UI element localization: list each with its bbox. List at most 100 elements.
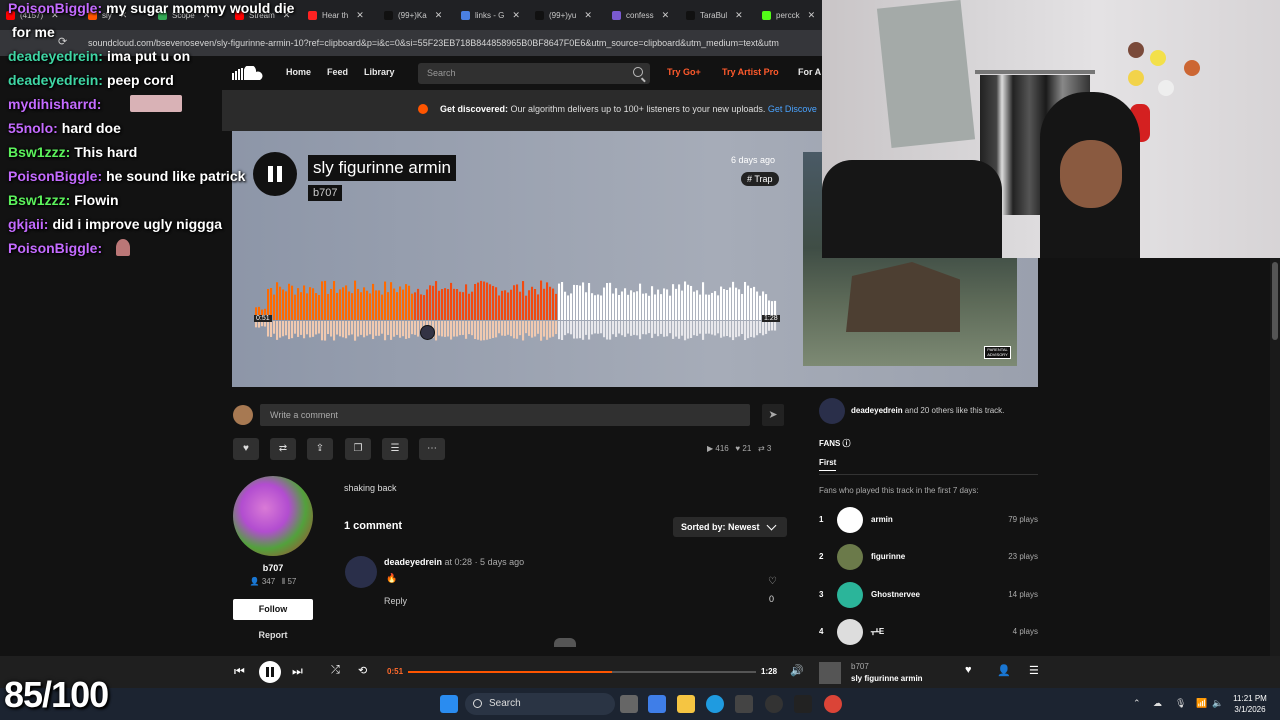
- report-button[interactable]: Report: [233, 630, 313, 640]
- task-view-icon[interactable]: [620, 695, 638, 713]
- try-go-link[interactable]: Try Go+: [667, 67, 701, 77]
- tray-chevron-icon[interactable]: ⌃: [1133, 698, 1141, 709]
- repeat-icon[interactable]: ⟲: [358, 664, 367, 677]
- like-icon[interactable]: ♥: [965, 664, 972, 676]
- liker-avatar[interactable]: [819, 398, 845, 424]
- capcut-icon[interactable]: [794, 695, 812, 713]
- nav-home[interactable]: Home: [286, 67, 311, 77]
- followers-count[interactable]: 👤 347: [250, 577, 276, 586]
- player-artwork[interactable]: [819, 662, 841, 684]
- shuffle-icon[interactable]: ⤮: [331, 664, 340, 677]
- queue-icon[interactable]: ☰: [1029, 664, 1039, 677]
- microphone-icon[interactable]: 🎙: [1175, 698, 1186, 709]
- waveform-bar: [423, 295, 426, 320]
- browser-tab[interactable]: percck ✕: [762, 4, 815, 26]
- follow-user-icon[interactable]: 👤: [997, 664, 1011, 677]
- fan-name[interactable]: ᚁᚆE: [871, 627, 884, 636]
- scrollbar-thumb[interactable]: [1272, 262, 1278, 340]
- previous-icon[interactable]: ⏮: [234, 664, 245, 679]
- comment-user[interactable]: deadeyedrein: [384, 557, 442, 567]
- tab-first[interactable]: First: [819, 458, 837, 471]
- comment-input[interactable]: Write a comment: [260, 404, 750, 426]
- liker-name[interactable]: deadeyedrein: [851, 406, 903, 415]
- banner-link[interactable]: Get Discove: [765, 104, 817, 114]
- edge-icon[interactable]: [706, 695, 724, 713]
- fan-name[interactable]: armin: [871, 515, 893, 524]
- close-tab-icon[interactable]: ✕: [435, 10, 443, 21]
- volume-icon[interactable]: 🔊: [790, 664, 804, 677]
- copilot-icon[interactable]: [648, 695, 666, 713]
- player-artist[interactable]: b707: [851, 662, 869, 671]
- player-title[interactable]: sly figurinne armin: [851, 674, 923, 683]
- close-tab-icon[interactable]: ✕: [808, 10, 816, 21]
- taskbar-search[interactable]: Search: [465, 693, 615, 715]
- copy-link-button[interactable]: ❐: [345, 438, 371, 460]
- close-tab-icon[interactable]: ✕: [356, 10, 364, 21]
- browser-tab[interactable]: TaraBul ✕: [686, 4, 743, 26]
- windows-start-icon[interactable]: [440, 695, 458, 713]
- fan-row[interactable]: 1 armin 79 plays: [819, 507, 1038, 533]
- sort-dropdown[interactable]: Sorted by: Newest: [673, 517, 787, 537]
- waveform[interactable]: [255, 272, 777, 348]
- close-tab-icon[interactable]: ✕: [584, 10, 592, 21]
- taskbar-clock[interactable]: 11:21 PM 3/1/2026: [1228, 693, 1272, 715]
- reposts-count[interactable]: ⇄ 3: [758, 444, 771, 453]
- comment-timestamp[interactable]: at 0:28: [442, 557, 473, 567]
- close-tab-icon[interactable]: ✕: [662, 10, 670, 21]
- browser-tab[interactable]: (99+)yu ✕: [535, 4, 592, 26]
- reply-button[interactable]: Reply: [384, 596, 407, 606]
- artist-avatar[interactable]: [233, 476, 313, 556]
- browser-tab[interactable]: Hear th ✕: [308, 4, 364, 26]
- fan-avatar[interactable]: [837, 582, 863, 608]
- pause-button[interactable]: [253, 152, 297, 196]
- like-button[interactable]: ♥: [233, 438, 259, 460]
- browser-tab[interactable]: links - G ✕: [461, 4, 520, 26]
- nav-feed[interactable]: Feed: [327, 67, 348, 77]
- track-artist[interactable]: b707: [308, 185, 343, 201]
- add-to-playlist-button[interactable]: ☰: [382, 438, 408, 460]
- fan-row[interactable]: 4 ᚁᚆE 4 plays: [819, 619, 1038, 645]
- fan-avatar[interactable]: [837, 544, 863, 570]
- next-icon[interactable]: ⏭: [292, 664, 303, 679]
- chrome-icon[interactable]: [824, 695, 842, 713]
- close-tab-icon[interactable]: ✕: [512, 10, 520, 21]
- waveform-comment-avatar[interactable]: [420, 325, 435, 340]
- more-button[interactable]: ⋯: [419, 438, 445, 460]
- likes-count[interactable]: ♥ 21: [735, 444, 751, 453]
- browser-tab[interactable]: (99+)Ka ✕: [384, 4, 442, 26]
- share-button[interactable]: ⇪: [307, 438, 333, 460]
- player-pause-button[interactable]: [259, 661, 281, 683]
- store-icon[interactable]: [735, 695, 753, 713]
- tray-app-icon[interactable]: ☁: [1153, 698, 1162, 709]
- repost-button[interactable]: ⇄: [270, 438, 296, 460]
- fan-name[interactable]: figurinne: [871, 552, 905, 561]
- likers-rest[interactable]: and 20 others like this track.: [903, 406, 1005, 415]
- url-field[interactable]: soundcloud.com/bsevenoseven/sly-figurinn…: [88, 33, 818, 53]
- fan-avatar[interactable]: [837, 507, 863, 533]
- speaker-icon[interactable]: 🔈: [1212, 698, 1223, 709]
- fan-avatar[interactable]: [837, 619, 863, 645]
- follow-button[interactable]: Follow: [233, 599, 313, 620]
- search-input[interactable]: Search: [418, 63, 650, 84]
- comment-likes: 0: [769, 594, 775, 604]
- commenter-avatar[interactable]: [345, 556, 377, 588]
- search-icon[interactable]: [633, 67, 643, 77]
- reload-icon[interactable]: ⟳: [58, 35, 67, 48]
- artist-name[interactable]: b707: [233, 563, 313, 573]
- fan-row[interactable]: 2 figurinne 23 plays: [819, 544, 1038, 570]
- nav-library[interactable]: Library: [364, 67, 395, 77]
- comment-heart-icon[interactable]: ♡: [768, 576, 777, 587]
- soundcloud-logo-icon[interactable]: [232, 64, 264, 80]
- send-icon[interactable]: ➤: [762, 404, 784, 426]
- tracks-count[interactable]: ⫴ 57: [282, 577, 296, 586]
- close-tab-icon[interactable]: ✕: [735, 10, 743, 21]
- genre-tag[interactable]: # Trap: [741, 172, 779, 186]
- wifi-icon[interactable]: 📶: [1196, 698, 1207, 709]
- browser-tab[interactable]: confess ✕: [612, 4, 669, 26]
- fan-row[interactable]: 3 Ghostnervee 14 plays: [819, 582, 1038, 608]
- fan-name[interactable]: Ghostnervee: [871, 590, 920, 599]
- file-explorer-icon[interactable]: [677, 695, 695, 713]
- for-artists-link[interactable]: For A: [798, 67, 821, 77]
- try-artist-pro-link[interactable]: Try Artist Pro: [722, 67, 779, 77]
- obs-icon[interactable]: [765, 695, 783, 713]
